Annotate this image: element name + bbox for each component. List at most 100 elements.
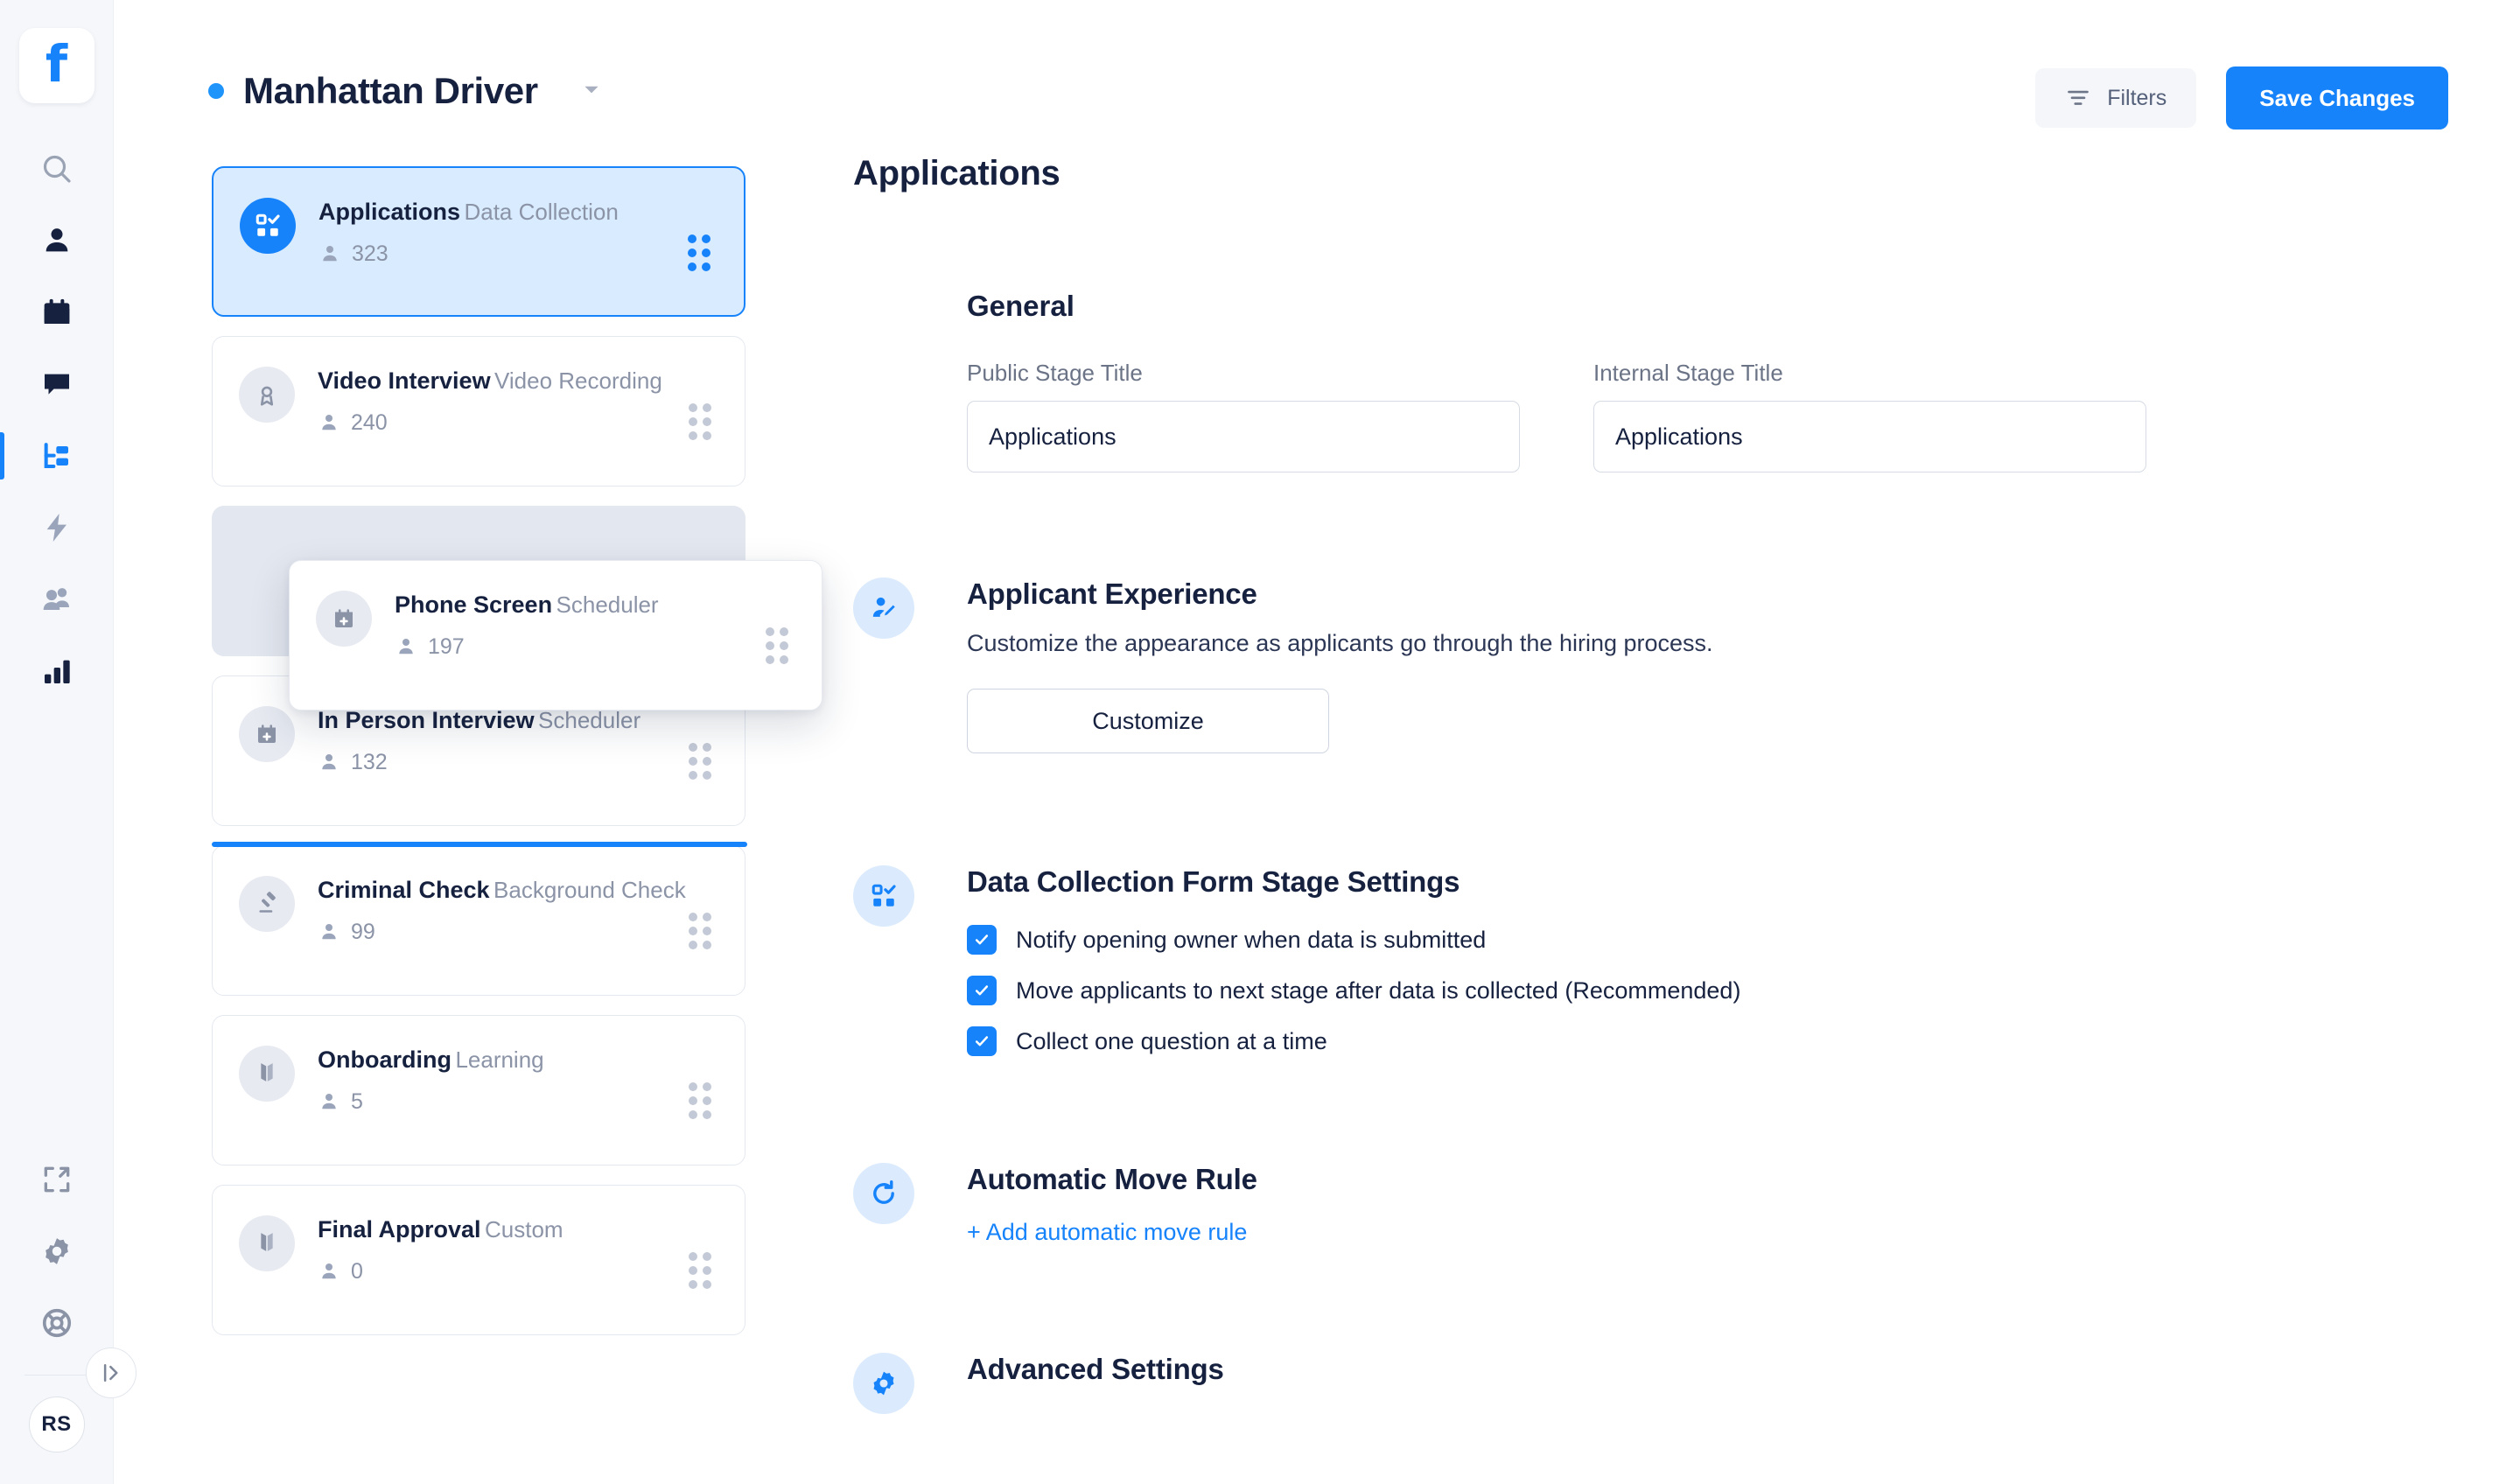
automatic-move-rule-section: Automatic Move Rule + Add automatic move… [853,1163,2485,1246]
collapse-sidebar-button[interactable] [86,1348,136,1398]
nav-teams-button[interactable] [0,564,114,635]
stage-type: Data Collection [464,199,619,225]
general-section: General Public Stage Title Internal Stag… [967,290,2485,472]
checkbox-checked-icon[interactable] [967,976,997,1005]
person-icon [399,639,413,654]
drag-handle-icon[interactable] [689,1082,711,1119]
stage-count-value: 99 [351,919,375,944]
people-group-icon [43,588,69,610]
pipeline-icon [44,443,68,468]
person-icon [322,754,336,770]
data-collection-settings-section: Data Collection Form Stage Settings Noti… [853,865,2485,1056]
stage-name: Onboarding [318,1046,452,1073]
data-collection-options: Notify opening owner when data is submit… [967,925,2485,1056]
checkbox-checked-icon[interactable] [967,1026,997,1056]
drag-handle-icon[interactable] [689,913,711,949]
stage-card-applications[interactable]: Applications Data Collection 323 [212,166,746,317]
left-nav-rail: f RS [0,0,136,1484]
stage-type: Learning [455,1046,544,1073]
automatic-move-rule-heading: Automatic Move Rule [967,1163,1257,1195]
opening-dropdown-button[interactable] [580,78,603,105]
expand-icon [44,1166,69,1193]
drag-handle-icon[interactable] [766,627,788,664]
stage-name: Final Approval [318,1216,481,1242]
person-icon [322,1264,336,1279]
internal-stage-title-input[interactable] [1593,401,2146,472]
nav-expand-button[interactable] [0,1144,114,1215]
stage-card-final-approval[interactable]: Final Approval Custom 0 [212,1185,746,1335]
advanced-settings-section[interactable]: Advanced Settings [853,1353,2485,1414]
filters-button-label: Filters [2107,85,2167,110]
stage-name: Video Interview [318,368,491,394]
status-dot [208,83,224,99]
stage-card-onboarding[interactable]: Onboarding Learning 5 [212,1015,746,1166]
video-badge-icon [239,367,295,423]
stage-count-value: 0 [351,1258,363,1284]
advanced-settings-heading: Advanced Settings [967,1353,1224,1385]
nav-pipeline-button[interactable] [0,420,114,492]
stage-count: 99 [318,920,718,945]
nav-calendar-button[interactable] [0,276,114,348]
stage-count: 132 [318,750,718,775]
applicant-experience-section: Applicant Experience Customize the appea… [853,578,2485,753]
bar-chart-icon [44,660,70,683]
drop-indicator [212,842,747,847]
applicant-experience-heading: Applicant Experience [967,578,1257,610]
calendar-plus-icon [239,706,295,762]
gear-icon [45,1238,68,1264]
stage-count-value: 132 [351,749,388,774]
nav-analytics-button[interactable] [0,635,114,707]
stage-card-criminal-check[interactable]: Criminal Check Background Check 99 [212,845,746,996]
option-one-question-at-a-time[interactable]: Collect one question at a time [967,1026,2485,1056]
option-label: Collect one question at a time [1016,1027,1327,1054]
public-stage-title-input[interactable] [967,401,1520,472]
drag-handle-icon[interactable] [689,1252,711,1289]
option-label: Notify opening owner when data is submit… [1016,926,1487,953]
gear-icon [853,1353,914,1414]
nav-settings-button[interactable] [0,1215,114,1287]
nav-search-button[interactable] [0,133,114,205]
nav-messages-button[interactable] [0,348,114,420]
stage-card-video-interview[interactable]: Video Interview Video Recording 240 [212,336,746,486]
customize-button[interactable]: Customize [967,689,1329,753]
book-icon [239,1046,295,1102]
applicant-edit-icon [853,578,914,639]
nav-candidates-button[interactable] [0,205,114,276]
save-changes-button[interactable]: Save Changes [2226,66,2448,130]
internal-stage-title-field: Internal Stage Title [1593,360,2146,472]
stage-name: Phone Screen [395,592,553,618]
filters-button[interactable]: Filters [2035,68,2197,128]
drag-handle-icon[interactable] [688,234,710,271]
chat-bubble-icon [44,374,69,395]
stage-count-value: 197 [428,634,465,659]
stage-name: Criminal Check [318,877,490,903]
checkbox-checked-icon[interactable] [967,925,997,955]
avatar[interactable]: RS [28,1396,85,1452]
page-header: Manhattan Driver Filters Save Changes [114,0,2520,131]
opening-selector[interactable]: Manhattan Driver [208,70,603,112]
stage-count: 240 [318,410,718,436]
panel-title: Applications [853,154,1060,192]
stage-settings-panel: Applications General Public Stage Title … [814,154,2485,1414]
nav-secondary-group: RS [0,1144,114,1484]
chevron-down-icon [584,86,598,93]
option-notify-owner[interactable]: Notify opening owner when data is submit… [967,925,2485,955]
stage-type: Scheduler [538,707,641,733]
app-logo-glyph: f [45,34,68,94]
add-automatic-move-rule-link[interactable]: + Add automatic move rule [967,1219,1247,1246]
option-move-applicants[interactable]: Move applicants to next stage after data… [967,976,2485,1005]
drag-handle-icon[interactable] [689,403,711,440]
stage-type: Scheduler [556,592,659,618]
nav-primary-group [0,133,114,707]
nav-automation-button[interactable] [0,492,114,564]
data-collection-icon [853,865,914,927]
internal-stage-title-label: Internal Stage Title [1593,360,1783,386]
gavel-icon [239,876,295,932]
drag-handle-icon[interactable] [689,743,711,780]
stage-list: Applications Data Collection 323 Video I… [212,166,746,1354]
nav-help-button[interactable] [0,1287,114,1359]
dragging-stage-card-phone-screen[interactable]: Phone Screen Scheduler 197 [289,560,822,710]
calendar-icon [44,298,69,324]
app-logo[interactable]: f [18,28,94,103]
page-title: Manhattan Driver [243,70,538,111]
